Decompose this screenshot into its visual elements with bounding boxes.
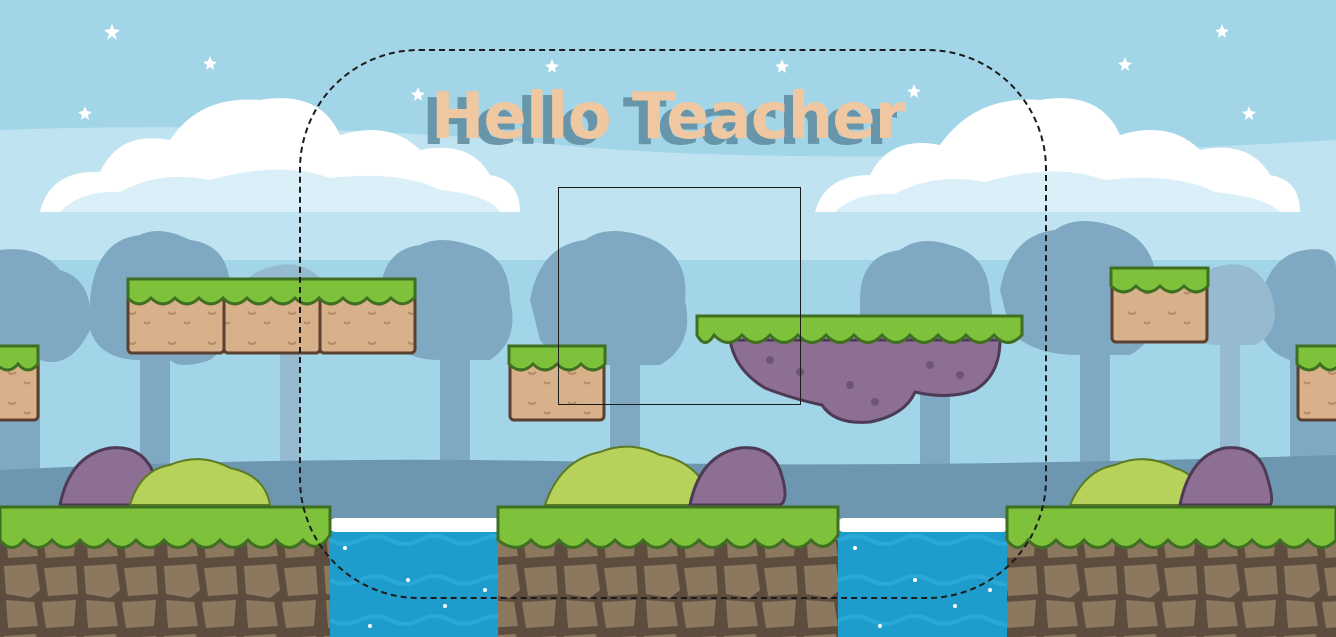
- water-left: [329, 522, 501, 637]
- ground-blocks: [0, 540, 1336, 637]
- platform-center-block: [507, 344, 607, 422]
- ground-grass: [0, 505, 1336, 549]
- level-scene: [0, 0, 1336, 637]
- platform-edge-left: [0, 344, 40, 422]
- platform-edge-right: [1295, 344, 1336, 422]
- platform-right-block: [1109, 266, 1210, 344]
- water-right: [837, 522, 1009, 637]
- platform-left-row: [126, 277, 417, 355]
- game-stage[interactable]: Hello Teacher: [0, 0, 1336, 637]
